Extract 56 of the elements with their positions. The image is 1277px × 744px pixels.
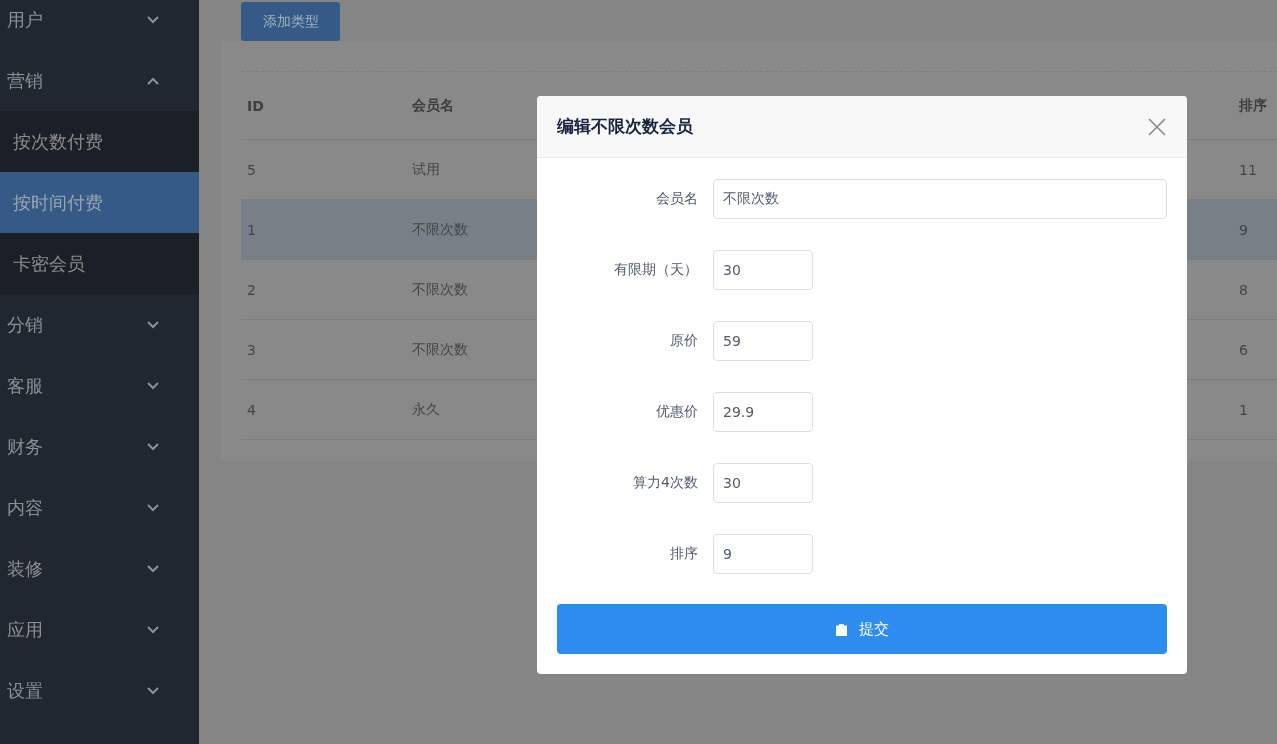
field-label: 会员名 xyxy=(655,190,698,208)
chevron-down-icon xyxy=(147,15,159,24)
table-cell: 9 xyxy=(1239,221,1248,238)
column-header: 排序 xyxy=(1239,96,1267,115)
table-cell: 3 xyxy=(247,341,256,358)
menu-item[interactable]: 应用 xyxy=(0,599,199,660)
menu-item[interactable]: 设置 xyxy=(0,660,199,721)
menu-item[interactable]: 营销 xyxy=(0,50,199,111)
bag-icon xyxy=(835,622,847,636)
chevron-down-icon xyxy=(147,686,159,695)
chevron-down-icon xyxy=(147,564,159,573)
menu-item[interactable]: 客服 xyxy=(0,355,199,416)
column-header: ID xyxy=(247,97,264,114)
menu-item[interactable]: 用户 xyxy=(0,0,199,50)
chevron-up-icon xyxy=(147,76,159,85)
menu-item[interactable]: 装修 xyxy=(0,538,199,599)
table-cell: 4 xyxy=(247,401,256,418)
table-cell: 永久 xyxy=(412,400,440,419)
menu-item[interactable]: 财务 xyxy=(0,416,199,477)
chevron-down-icon xyxy=(147,442,159,451)
column-header: 会员名 xyxy=(412,96,454,115)
field-label: 有限期（天） xyxy=(613,261,698,279)
submenu-item[interactable]: 按次数付费 xyxy=(0,111,199,172)
field-label: 原价 xyxy=(669,332,698,350)
chevron-down-icon xyxy=(147,381,159,390)
field-label: 排序 xyxy=(669,545,698,563)
input-field[interactable]: 不限次数 xyxy=(713,179,1167,219)
table-cell: 2 xyxy=(247,281,256,298)
submit-button[interactable]: 提交 xyxy=(557,604,1167,654)
add-type-button[interactable]: 添加类型 xyxy=(241,2,340,41)
menu-item[interactable]: 分销 xyxy=(0,294,199,355)
submenu-item[interactable]: 卡密会员 xyxy=(0,233,199,294)
close-button[interactable] xyxy=(1147,116,1167,137)
table-cell: 不限次数 xyxy=(412,220,468,239)
input-field[interactable]: 29.9 xyxy=(713,392,813,432)
table-cell: 1 xyxy=(1239,401,1248,418)
table-cell: 11 xyxy=(1239,161,1257,178)
dialog-title: 编辑不限次数会员 xyxy=(557,115,693,138)
input-field[interactable]: 30 xyxy=(713,250,813,290)
table-cell: 6 xyxy=(1239,341,1248,358)
table-cell: 5 xyxy=(247,161,256,178)
submenu-item[interactable]: 按时间付费 xyxy=(0,172,199,233)
table-cell: 1 xyxy=(247,221,256,238)
table-cell: 试用 xyxy=(412,160,440,179)
chevron-down-icon xyxy=(147,320,159,329)
chevron-down-icon xyxy=(147,625,159,634)
field-label: 算力4次数 xyxy=(632,474,698,492)
menu-item[interactable]: 内容 xyxy=(0,477,199,538)
input-field[interactable]: 59 xyxy=(713,321,813,361)
table-cell: 不限次数 xyxy=(412,280,468,299)
table-cell: 8 xyxy=(1239,281,1248,298)
table-cell: 不限次数 xyxy=(412,340,468,359)
chevron-down-icon xyxy=(147,503,159,512)
input-field[interactable]: 30 xyxy=(713,463,813,503)
field-label: 优惠价 xyxy=(655,403,698,421)
input-field[interactable]: 9 xyxy=(713,534,813,574)
